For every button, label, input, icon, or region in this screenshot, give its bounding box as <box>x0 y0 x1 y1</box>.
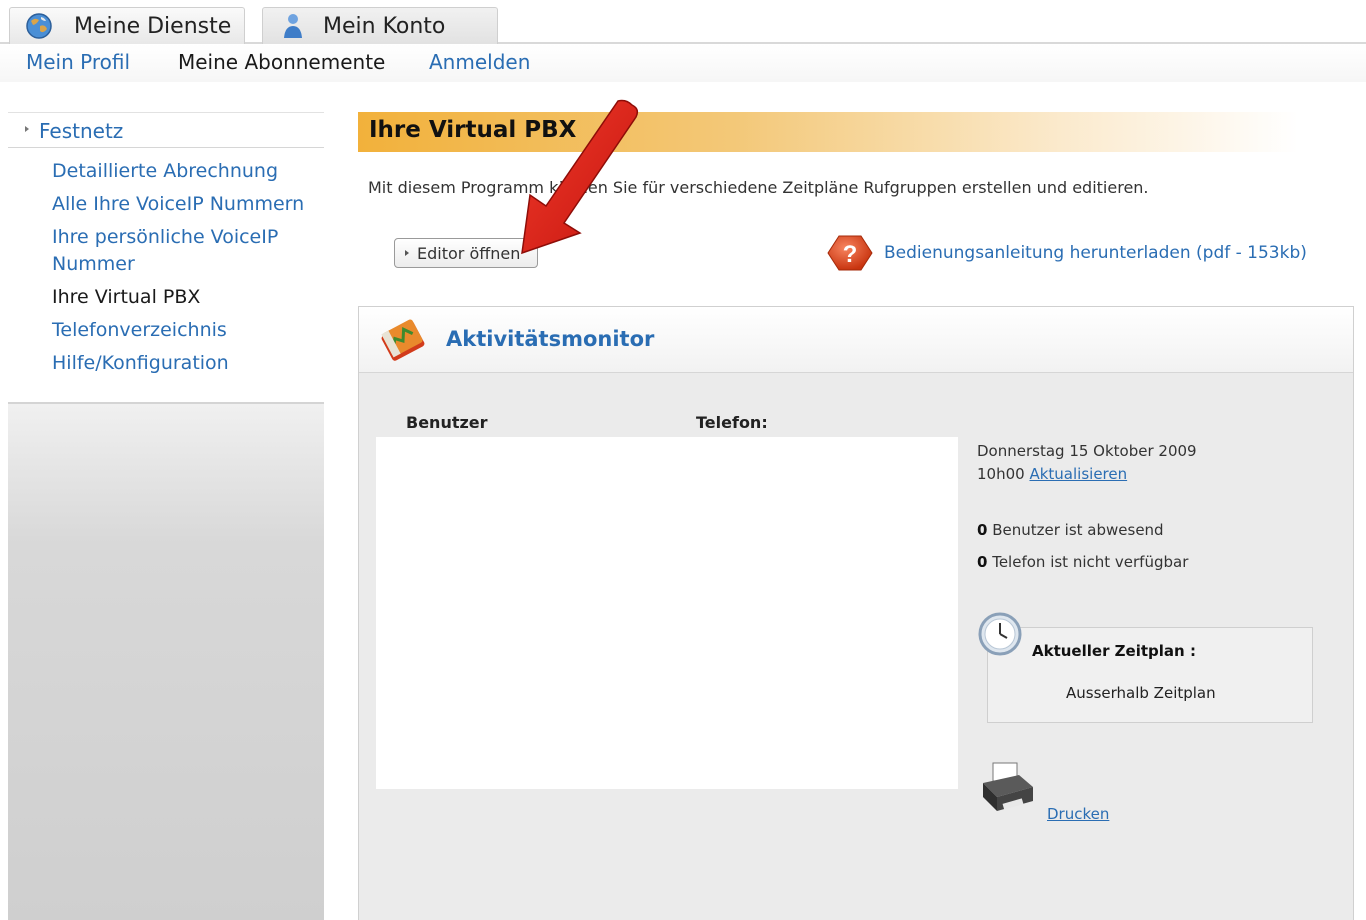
help-icon: ? <box>826 232 874 274</box>
sidebar-item-hilfe[interactable]: Hilfe/Konfiguration <box>52 350 322 377</box>
sidebar-item-persoenliche-nummer[interactable]: Ihre persönliche VoiceIP Nummer <box>52 224 322 278</box>
status-time-row: 10h00 Aktualisieren <box>977 463 1197 486</box>
sidebar-item-virtual-pbx[interactable]: Ihre Virtual PBX <box>52 284 322 311</box>
status-date: Donnerstag 15 Oktober 2009 <box>977 442 1197 460</box>
column-header-phone: Telefon: <box>696 413 768 432</box>
sidebar: Festnetz Detaillierte Abrechnung Alle Ih… <box>8 112 324 920</box>
unavailable-phones-stat: 0 Telefon ist nicht verfügbar <box>977 553 1188 571</box>
sidebar-item-abrechnung[interactable]: Detaillierte Abrechnung <box>52 158 322 185</box>
tab-mein-konto[interactable]: Mein Konto <box>262 7 498 44</box>
unavailable-count: 0 <box>977 553 988 571</box>
submenu-meine-abonnemente[interactable]: Meine Abonnemente <box>178 50 385 74</box>
sidebar-filler <box>8 402 324 920</box>
globe-icon <box>24 11 54 41</box>
account-submenu: Mein Profil Meine Abonnemente Anmelden <box>0 44 1366 82</box>
schedule-label: Aktueller Zeitplan : <box>1032 642 1196 660</box>
sidebar-list: Detaillierte Abrechnung Alle Ihre VoiceI… <box>52 158 322 383</box>
intro-text: Mit diesem Programm können Sie für versc… <box>368 178 1149 197</box>
absent-count: 0 <box>977 521 988 539</box>
status-datetime: Donnerstag 15 Oktober 2009 10h00 Aktuali… <box>977 440 1197 486</box>
page-title-bar: Ihre Virtual PBX <box>358 112 1298 152</box>
user-icon <box>279 11 309 41</box>
unavailable-text: Telefon ist nicht verfügbar <box>992 553 1189 571</box>
submenu-anmelden[interactable]: Anmelden <box>429 50 530 74</box>
svg-text:?: ? <box>843 241 858 268</box>
tab-label: Mein Konto <box>323 13 446 39</box>
submenu-mein-profil[interactable]: Mein Profil <box>26 50 130 74</box>
top-tab-bar: Meine Dienste Mein Konto <box>0 0 1366 44</box>
sidebar-item-telefonverzeichnis[interactable]: Telefonverzeichnis <box>52 317 322 344</box>
status-time: 10h00 <box>977 465 1025 483</box>
manual-download-link[interactable]: Bedienungsanleitung herunterladen (pdf -… <box>884 243 1307 263</box>
print-link[interactable]: Drucken <box>1047 805 1109 823</box>
tab-meine-dienste[interactable]: Meine Dienste <box>9 7 245 44</box>
current-schedule-box: Aktueller Zeitplan : Ausserhalb Zeitplan <box>987 627 1313 723</box>
clock-icon <box>977 611 1023 657</box>
activity-monitor-header: Aktivitätsmonitor <box>359 307 1353 373</box>
column-header-user: Benutzer <box>406 413 488 432</box>
printer-icon[interactable] <box>979 757 1037 817</box>
schedule-value: Ausserhalb Zeitplan <box>1066 684 1216 702</box>
activity-monitor-title: Aktivitätsmonitor <box>446 327 655 351</box>
absent-users-stat: 0 Benutzer ist abwesend <box>977 521 1164 539</box>
annotation-arrow-icon <box>521 99 639 255</box>
triangle-right-icon <box>25 126 29 132</box>
sidebar-section-festnetz[interactable]: Festnetz <box>8 112 324 148</box>
sidebar-section-label: Festnetz <box>39 119 124 143</box>
absent-text: Benutzer ist abwesend <box>992 521 1164 539</box>
sidebar-item-voiceip-nummern[interactable]: Alle Ihre VoiceIP Nummern <box>52 191 322 218</box>
tab-label: Meine Dienste <box>74 13 232 39</box>
activity-monitor-panel: Aktivitätsmonitor Benutzer Telefon: Donn… <box>358 306 1354 920</box>
manual-download: ? Bedienungsanleitung herunterladen (pdf… <box>826 232 1307 274</box>
monitor-book-icon <box>375 315 431 367</box>
activity-list <box>376 437 958 789</box>
refresh-link[interactable]: Aktualisieren <box>1029 465 1127 483</box>
triangle-right-icon <box>405 250 409 256</box>
